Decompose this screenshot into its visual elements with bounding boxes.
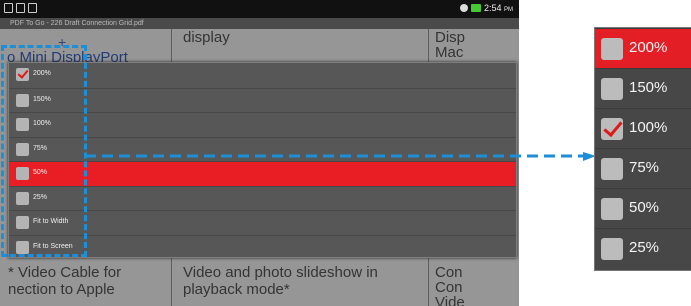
signal-icon — [459, 4, 468, 12]
clock-suffix: PM — [504, 7, 513, 13]
detail-option-label: 75% — [629, 159, 660, 176]
checkbox-checked-icon — [601, 118, 623, 140]
checkbox-icon — [601, 78, 623, 100]
status-bar: 2:54 PM — [0, 0, 519, 18]
sd-card-icon — [16, 3, 25, 13]
checkbox-icon — [601, 158, 623, 180]
detail-option-label: 200% — [629, 39, 668, 56]
checkbox-icon — [601, 238, 623, 260]
zoomed-menu-detail: 200% 150% 100% 75% 50% 25% — [594, 27, 691, 271]
battery-icon — [470, 4, 481, 12]
detail-option-label: 100% — [629, 119, 668, 136]
download-icon — [28, 3, 37, 13]
clock-time: 2:54 — [483, 3, 502, 13]
detail-option-100[interactable]: 100% — [595, 108, 691, 148]
callout-highlight-box — [1, 45, 87, 257]
detail-option-150[interactable]: 150% — [595, 68, 691, 108]
detail-option-75[interactable]: 75% — [595, 148, 691, 188]
detail-option-25[interactable]: 25% — [595, 228, 691, 268]
usb-icon — [4, 3, 13, 13]
callout-arrow — [85, 152, 596, 161]
checkbox-icon — [601, 198, 623, 220]
detail-option-label: 150% — [629, 79, 668, 96]
clock: 2:54 PM — [484, 3, 513, 13]
status-right: 2:54 PM — [459, 3, 513, 13]
detail-option-200[interactable]: 200% — [595, 28, 691, 68]
checkbox-icon — [601, 38, 623, 60]
document-title-bar: PDF To Go - 226 Draft Connection Grid.pd… — [0, 18, 519, 29]
notification-icons — [4, 3, 37, 13]
detail-option-50[interactable]: 50% — [595, 188, 691, 228]
detail-option-label: 50% — [629, 199, 660, 216]
detail-option-label: 25% — [629, 239, 660, 256]
